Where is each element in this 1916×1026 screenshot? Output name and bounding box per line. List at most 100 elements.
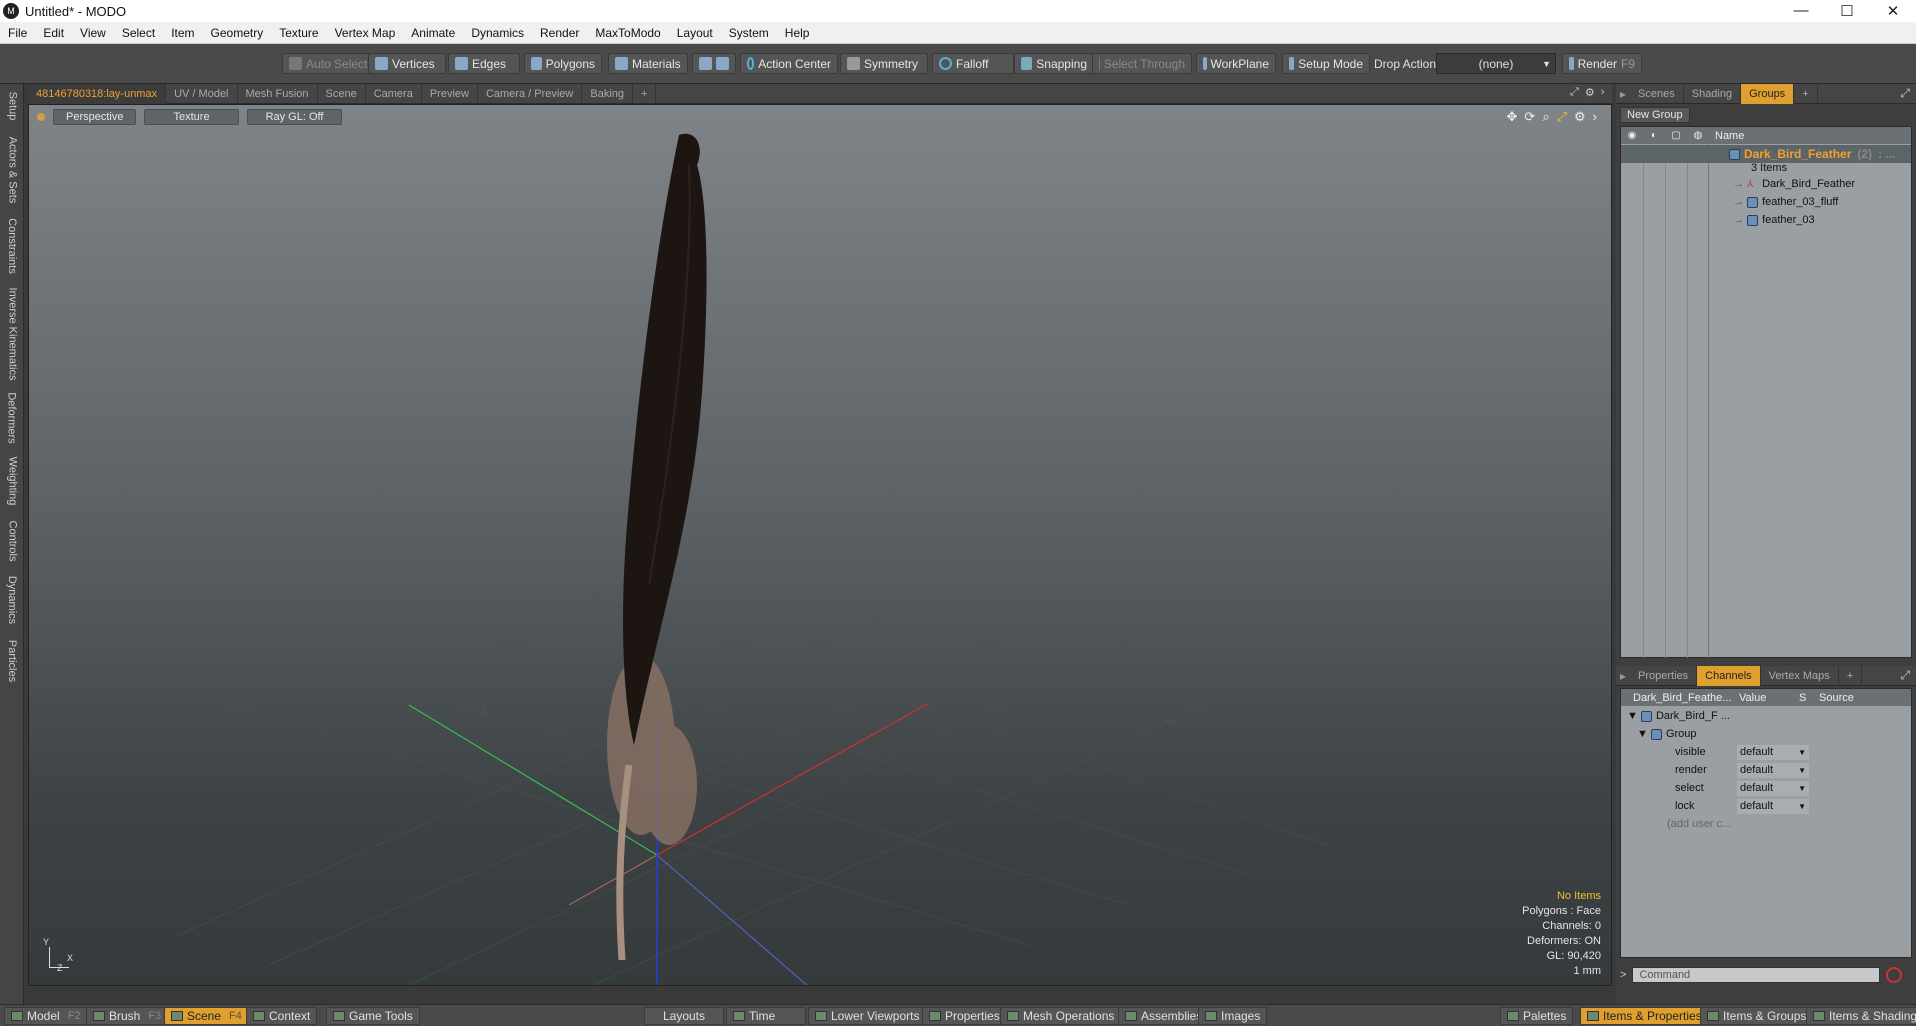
workplane-button[interactable]: WorkPlane xyxy=(1196,53,1276,74)
tab-actors-sets[interactable]: Actors & Sets xyxy=(3,132,21,208)
expand-icon[interactable]: ⤢ xyxy=(1900,668,1916,683)
tab-camera-preview[interactable]: Camera / Preview xyxy=(478,83,583,104)
menu-texture[interactable]: Texture xyxy=(271,26,326,40)
add-tab-button[interactable]: + xyxy=(633,83,657,104)
tab-properties[interactable]: Properties xyxy=(1630,665,1698,686)
channel-row-render[interactable]: render default ▼ xyxy=(1621,761,1911,779)
tab-particles[interactable]: Particles xyxy=(3,634,21,688)
assemblies-button[interactable]: Assemblies xyxy=(1118,1007,1210,1025)
layouts-button[interactable]: Layouts xyxy=(644,1007,724,1025)
menu-item[interactable]: Item xyxy=(163,26,202,40)
select-column-icon[interactable]: ◍ xyxy=(1687,130,1709,141)
tab-layout-unmax[interactable]: 48146780318:lay-unmax xyxy=(28,83,167,104)
lock-column-icon[interactable]: ▢ xyxy=(1665,130,1687,141)
3d-viewport[interactable]: Perspective Texture Ray GL: Off ✥ ⟳ ⌕ ⤢ … xyxy=(28,104,1612,986)
tab-weighting[interactable]: Weighting xyxy=(3,452,21,510)
visibility-column-icon[interactable]: ◉ xyxy=(1621,130,1643,141)
properties-button[interactable]: Properties xyxy=(922,1007,1007,1025)
expand-icon[interactable]: ⤢ xyxy=(1570,86,1579,99)
palettes-button[interactable]: Palettes xyxy=(1500,1007,1574,1025)
tab-constraints[interactable]: Constraints xyxy=(3,214,21,278)
add-user-channel-row[interactable]: (add user c... xyxy=(1621,815,1911,833)
snapping-button[interactable]: Snapping xyxy=(1014,53,1094,74)
channel-value-select[interactable]: default ▼ xyxy=(1737,798,1809,814)
action-center-button[interactable]: Action Center xyxy=(740,53,838,74)
tab-shading[interactable]: Shading xyxy=(1684,83,1742,104)
time-button[interactable]: Time xyxy=(726,1007,806,1025)
tab-camera[interactable]: Camera xyxy=(366,83,422,104)
maximize-icon[interactable]: ☐ xyxy=(1824,2,1870,20)
gear-icon[interactable]: ⚙ xyxy=(1574,109,1586,125)
tab-inverse-kinematics[interactable]: Inverse Kinematics xyxy=(3,284,21,384)
new-group-button[interactable]: New Group xyxy=(1620,107,1690,123)
menu-select[interactable]: Select xyxy=(114,26,163,40)
channel-root-row[interactable]: ▼ Dark_Bird_F ... xyxy=(1621,707,1911,725)
menu-view[interactable]: View xyxy=(72,26,114,40)
setup-mode-button[interactable]: Setup Mode xyxy=(1282,53,1370,74)
command-input[interactable]: Command xyxy=(1632,967,1881,983)
select-through-button[interactable]: Select Through xyxy=(1092,53,1192,74)
auto-select-button[interactable]: Auto Select xyxy=(282,53,375,74)
images-button[interactable]: Images xyxy=(1198,1007,1268,1025)
tab-uv-model[interactable]: UV / Model xyxy=(166,83,238,104)
items-groups-button[interactable]: Items & Groups xyxy=(1700,1007,1814,1025)
items-shading-button[interactable]: Items & Shading xyxy=(1806,1007,1916,1025)
tab-preview[interactable]: Preview xyxy=(422,83,478,104)
menu-maxtomodo[interactable]: MaxToModo xyxy=(587,26,668,40)
gear-icon[interactable]: ⚙ xyxy=(1585,86,1595,99)
menu-file[interactable]: File xyxy=(0,26,35,40)
tab-scene[interactable]: Scene xyxy=(318,83,366,104)
close-icon[interactable]: ✕ xyxy=(1870,2,1916,20)
tab-controls[interactable]: Controls xyxy=(3,516,21,566)
tab-scenes[interactable]: Scenes xyxy=(1630,83,1684,104)
tab-mesh-fusion[interactable]: Mesh Fusion xyxy=(238,83,318,104)
context-layout-button[interactable]: Context xyxy=(246,1007,318,1025)
channel-value-select[interactable]: default ▼ xyxy=(1737,744,1809,760)
channel-value-select[interactable]: default ▼ xyxy=(1737,780,1809,796)
select-mode-icons[interactable] xyxy=(692,53,736,74)
tab-deformers[interactable]: Deformers xyxy=(3,390,21,446)
menu-geometry[interactable]: Geometry xyxy=(203,26,272,40)
perspective-button[interactable]: Perspective xyxy=(53,109,137,125)
drop-action-select[interactable]: (none) ▼ xyxy=(1436,53,1556,74)
tab-baking[interactable]: Baking xyxy=(582,83,634,104)
menu-edit[interactable]: Edit xyxy=(35,26,72,40)
list-item[interactable]: → feather_03_fluff xyxy=(1621,193,1911,211)
mesh-operations-button[interactable]: Mesh Operations xyxy=(1000,1007,1122,1025)
list-item[interactable]: → feather_03 xyxy=(1621,211,1911,229)
polygons-button[interactable]: Polygons xyxy=(524,53,602,74)
menu-render[interactable]: Render xyxy=(532,26,587,40)
menu-layout[interactable]: Layout xyxy=(669,26,721,40)
raygl-button[interactable]: Ray GL: Off xyxy=(246,109,343,125)
collapse-icon[interactable]: ▼ xyxy=(1627,710,1638,722)
vertices-button[interactable]: Vertices xyxy=(368,53,446,74)
channel-value-select[interactable]: default ▼ xyxy=(1737,762,1809,778)
menu-animate[interactable]: Animate xyxy=(403,26,463,40)
lower-viewports-button[interactable]: Lower Viewports xyxy=(808,1007,927,1025)
items-properties-button[interactable]: Items & Properties xyxy=(1580,1007,1709,1025)
rotate-icon[interactable]: ⟳ xyxy=(1524,109,1535,125)
zoom-icon[interactable]: ⌕ xyxy=(1542,109,1549,125)
chevron-right-icon[interactable]: › xyxy=(1593,109,1597,125)
channel-row-select[interactable]: select default ▼ xyxy=(1621,779,1911,797)
render-column-icon[interactable]: ◐ xyxy=(1643,130,1665,141)
panel-menu-icon[interactable]: ▸ xyxy=(1616,87,1630,101)
menu-dynamics[interactable]: Dynamics xyxy=(463,26,532,40)
tab-dynamics[interactable]: Dynamics xyxy=(3,572,21,628)
pan-icon[interactable]: ✥ xyxy=(1507,109,1518,125)
tab-channels[interactable]: Channels xyxy=(1697,665,1761,686)
edges-button[interactable]: Edges xyxy=(448,53,520,74)
channel-row-visible[interactable]: visible default ▼ xyxy=(1621,743,1911,761)
materials-button[interactable]: Materials xyxy=(608,53,688,74)
texture-button[interactable]: Texture xyxy=(144,109,239,125)
menu-vertex-map[interactable]: Vertex Map xyxy=(327,26,404,40)
menu-system[interactable]: System xyxy=(721,26,777,40)
tab-vertex-maps[interactable]: Vertex Maps xyxy=(1761,665,1839,686)
symmetry-button[interactable]: Symmetry xyxy=(840,53,928,74)
model-layout-button[interactable]: Model F2 xyxy=(4,1007,88,1025)
minimize-icon[interactable]: — xyxy=(1778,2,1824,20)
channel-row-lock[interactable]: lock default ▼ xyxy=(1621,797,1911,815)
stop-icon[interactable] xyxy=(1886,967,1903,983)
collapse-icon[interactable]: ▼ xyxy=(1637,728,1648,740)
scene-layout-button[interactable]: Scene F4 xyxy=(164,1007,249,1025)
